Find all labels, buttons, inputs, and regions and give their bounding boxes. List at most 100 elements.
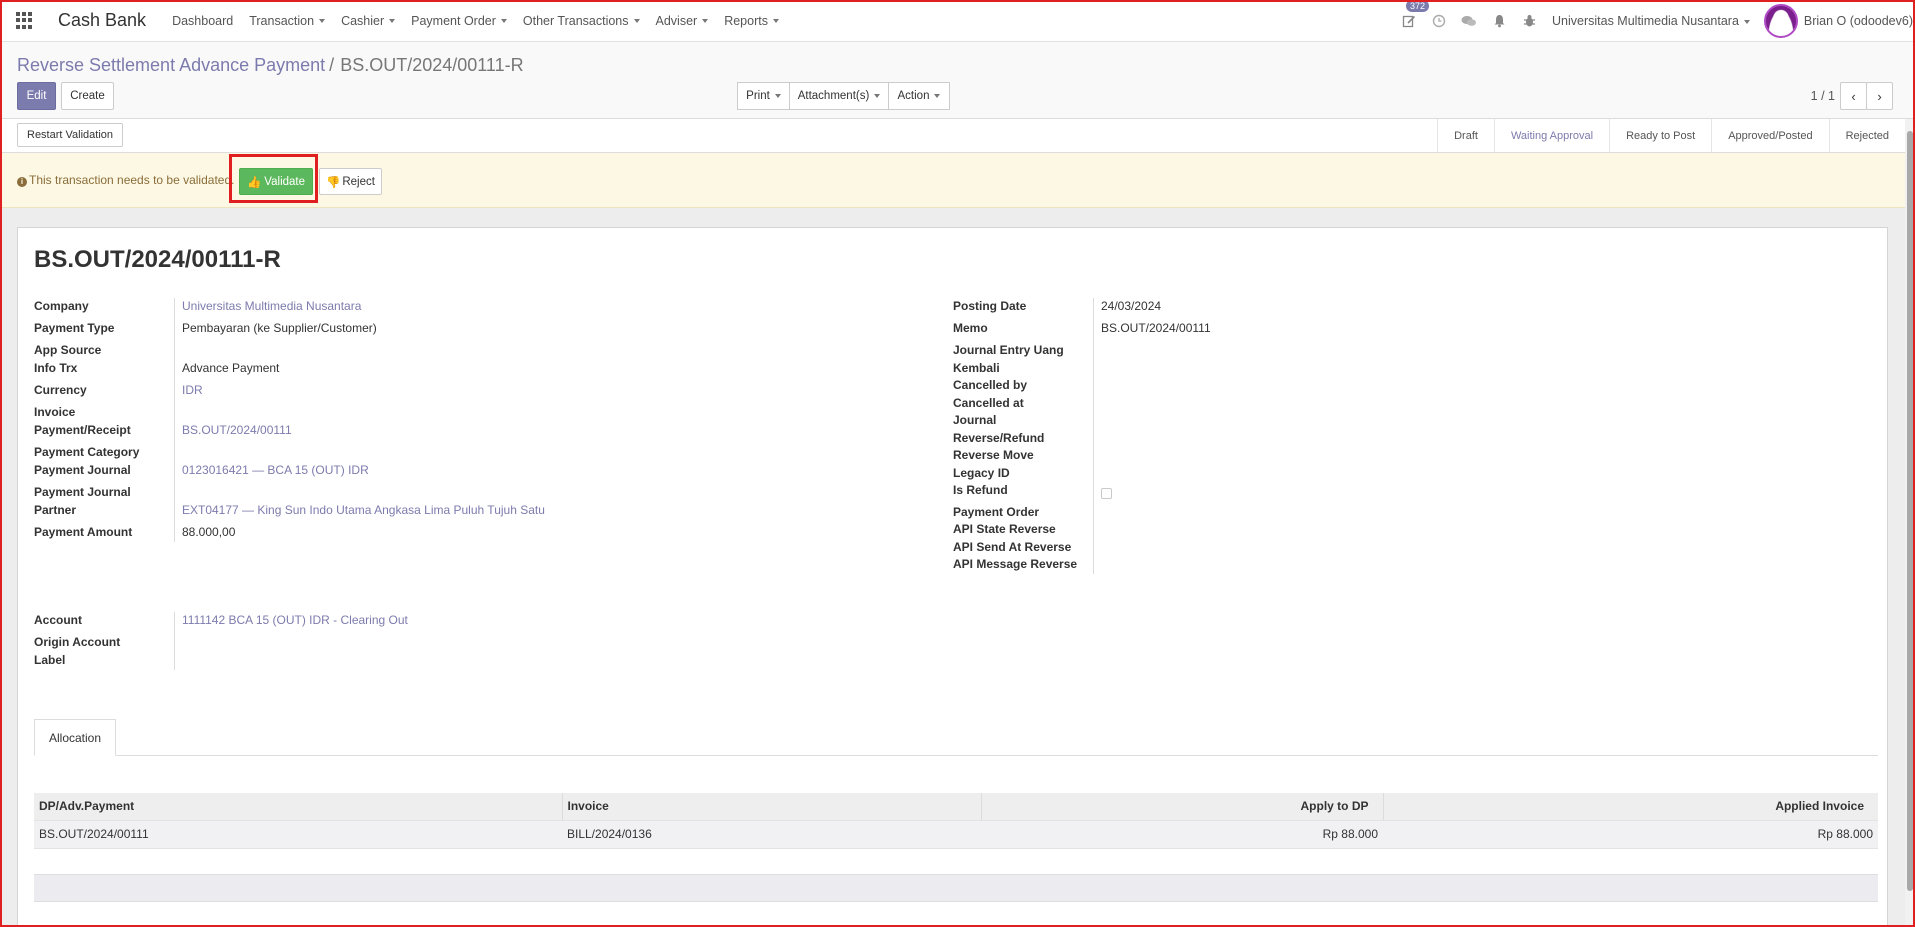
thumbs-up-icon: 👍: [246, 176, 262, 189]
menu-adviser[interactable]: Adviser: [648, 14, 717, 28]
label-payment-receipt: Payment/Receipt: [34, 423, 131, 437]
user-menu[interactable]: Brian O (odoodev6): [1804, 14, 1913, 28]
menu-payment-order[interactable]: Payment Order: [403, 14, 515, 28]
table-empty-row: [34, 874, 1878, 902]
posting-date-value[interactable]: 24/03/2024: [1101, 298, 1161, 316]
column-applied-invoice[interactable]: Applied Invoice: [1383, 793, 1878, 820]
edit-button[interactable]: Edit: [17, 82, 56, 110]
label-is-refund: Is Refund: [953, 483, 1008, 497]
activity-edit-icon[interactable]: 372: [1394, 0, 1430, 28]
record-title: BS.OUT/2024/00111-R: [34, 246, 281, 273]
info-trx-value[interactable]: Advance Payment: [182, 360, 279, 378]
breadcrumb-current: BS.OUT/2024/00111-R: [340, 55, 524, 75]
label-payment-type: Payment Type: [34, 321, 115, 335]
pager-value[interactable]: 1 / 1: [1811, 89, 1835, 103]
label-api-send-at-reverse: API Send At Reverse: [953, 540, 1072, 554]
payment-journal-value[interactable]: 0123016421 — BCA 15 (OUT) IDR: [182, 462, 369, 480]
tab-allocation[interactable]: Allocation: [34, 719, 116, 756]
record-pager: 1 / 1 ‹ ›: [1811, 82, 1893, 110]
scrollbar-thumb[interactable]: [1907, 131, 1913, 891]
label-posting-date: Posting Date: [953, 299, 1027, 313]
label-origin-account-label: Label: [34, 653, 66, 667]
page-scrollbar[interactable]: [1905, 119, 1915, 927]
label-kembali: Kembali: [953, 361, 1000, 375]
cell-applied-invoice[interactable]: Rp 88.000: [1383, 819, 1878, 849]
chevron-left-icon: ‹: [1851, 88, 1856, 104]
reject-button[interactable]: 👎 Reject: [319, 168, 382, 195]
user-avatar[interactable]: [1763, 4, 1798, 38]
table-row[interactable]: BS.OUT/2024/00111 BILL/2024/0136 Rp 88.0…: [34, 819, 1878, 849]
debug-bug-icon[interactable]: [1514, 14, 1544, 28]
right-column-separator: [1093, 298, 1094, 574]
status-stages: Draft Waiting Approval Ready to Post App…: [1437, 119, 1905, 152]
label-journal: Journal: [953, 413, 997, 427]
restart-validation-button[interactable]: Restart Validation: [17, 123, 124, 147]
validate-button[interactable]: 👍 Validate: [239, 168, 313, 195]
stage-approved-posted[interactable]: Approved/Posted: [1711, 119, 1828, 152]
label-account: Account: [34, 613, 82, 627]
partner-value[interactable]: EXT04177 — King Sun Indo Utama Angkasa L…: [182, 502, 545, 520]
label-app-source: App Source: [34, 343, 102, 357]
account-value[interactable]: 1111142 BCA 15 (OUT) IDR - Clearing Out: [182, 612, 408, 630]
label-api-state-reverse: API State Reverse: [953, 522, 1056, 536]
clock-icon[interactable]: [1424, 14, 1454, 28]
label-currency: Currency: [34, 383, 87, 397]
is-refund-checkbox[interactable]: [1101, 488, 1112, 499]
sidebar-actions: Print Attachment(s) Action: [737, 82, 950, 110]
app-title[interactable]: Cash Bank: [58, 10, 146, 31]
form-statusbar: Restart Validation Draft Waiting Approva…: [0, 119, 1905, 153]
bell-icon[interactable]: [1484, 14, 1514, 28]
top-navbar: Cash Bank Dashboard Transaction Cashier …: [0, 0, 1915, 42]
stage-rejected[interactable]: Rejected: [1828, 119, 1905, 152]
menu-dashboard[interactable]: Dashboard: [164, 14, 241, 28]
label-payment-order: Payment Order: [953, 505, 1040, 519]
column-invoice[interactable]: Invoice: [562, 793, 982, 820]
label-company: Company: [34, 299, 89, 313]
print-dropdown[interactable]: Print: [737, 82, 790, 110]
menu-reports[interactable]: Reports: [716, 14, 787, 28]
create-button[interactable]: Create: [61, 82, 114, 110]
left-column-separator: [174, 298, 175, 542]
column-apply-to-dp[interactable]: Apply to DP: [981, 793, 1384, 820]
allocation-table: DP/Adv.Payment Invoice Apply to DP Appli…: [34, 793, 1878, 849]
label-cancelled-by: Cancelled by: [953, 378, 1028, 392]
menu-transaction[interactable]: Transaction: [241, 14, 333, 28]
payment-amount-value[interactable]: 88.000,00: [182, 524, 235, 542]
menu-other-transactions[interactable]: Other Transactions: [515, 14, 648, 28]
label-journal-entry-uang: Journal Entry Uang: [953, 343, 1064, 357]
label-legacy-id: Legacy ID: [953, 466, 1010, 480]
cell-invoice[interactable]: BILL/2024/0136: [562, 819, 981, 849]
label-reverse-move: Reverse Move: [953, 448, 1034, 462]
invoice-payment-value[interactable]: BS.OUT/2024/00111: [182, 422, 292, 440]
label-memo: Memo: [953, 321, 988, 335]
pager-previous-button[interactable]: ‹: [1840, 82, 1867, 110]
memo-value[interactable]: BS.OUT/2024/00111: [1101, 320, 1211, 338]
stage-waiting-approval[interactable]: Waiting Approval: [1493, 119, 1609, 152]
payment-type-value[interactable]: Pembayaran (ke Supplier/Customer): [182, 320, 377, 338]
label-info-trx: Info Trx: [34, 361, 78, 375]
column-dp-adv-payment[interactable]: DP/Adv.Payment: [34, 793, 563, 820]
menu-cashier[interactable]: Cashier: [333, 14, 403, 28]
breadcrumb-parent[interactable]: Reverse Settlement Advance Payment: [17, 55, 325, 75]
notebook-tab-line: [34, 755, 1878, 756]
cell-dp-adv-payment[interactable]: BS.OUT/2024/00111: [34, 819, 562, 849]
chat-icon[interactable]: [1454, 14, 1484, 28]
stage-ready-to-post[interactable]: Ready to Post: [1609, 119, 1711, 152]
attachments-dropdown[interactable]: Attachment(s): [789, 82, 889, 110]
label-reverse-refund: Reverse/Refund: [953, 431, 1045, 445]
action-dropdown[interactable]: Action: [888, 82, 950, 110]
pager-next-button[interactable]: ›: [1866, 82, 1893, 110]
alert-message: This transaction needs to be validated.: [29, 173, 235, 187]
main-menu: Dashboard Transaction Cashier Payment Or…: [164, 14, 787, 28]
info-icon: i: [17, 177, 27, 187]
stage-draft[interactable]: Draft: [1437, 119, 1494, 152]
alert-message-wrap: i This transaction needs to be validated.: [17, 173, 234, 187]
form-sheet: BS.OUT/2024/00111-R Company Payment Type…: [17, 227, 1888, 927]
cell-apply-to-dp[interactable]: Rp 88.000: [981, 819, 1383, 849]
company-switcher[interactable]: Universitas Multimedia Nusantara: [1552, 14, 1750, 28]
currency-value[interactable]: IDR: [182, 382, 203, 400]
company-value[interactable]: Universitas Multimedia Nusantara: [182, 298, 361, 316]
apps-menu-icon[interactable]: [16, 11, 34, 30]
validate-label: Validate: [264, 175, 306, 188]
control-panel: Reverse Settlement Advance Payment / BS.OU…: [0, 42, 1915, 119]
